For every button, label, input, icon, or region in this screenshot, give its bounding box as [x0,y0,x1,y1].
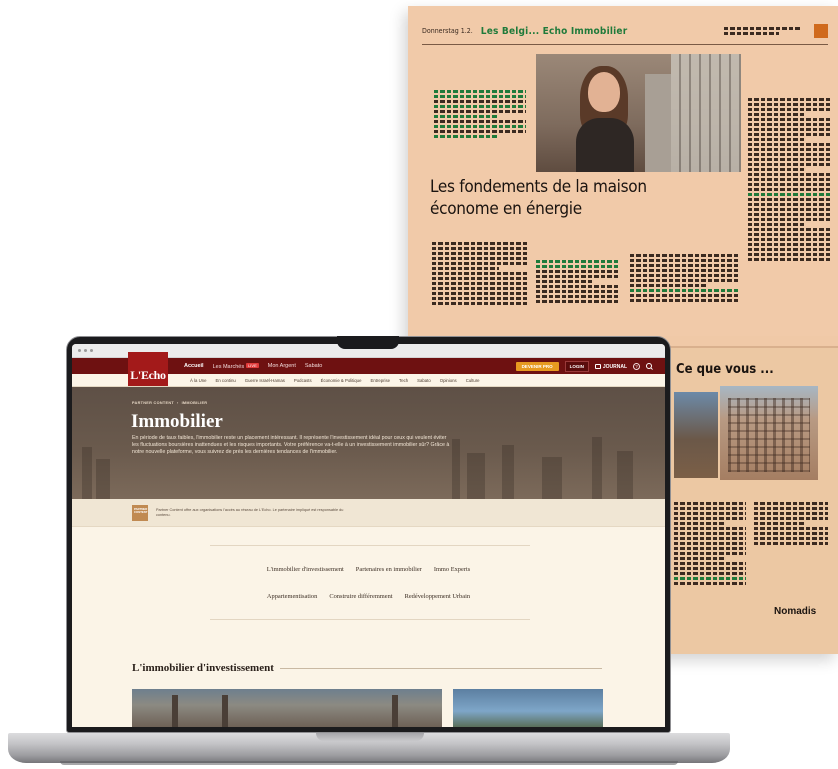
newspaper-right-column [748,96,830,332]
newspaper-headline-line2: économe en énergie [430,199,582,219]
building-column [392,695,398,727]
newspaper-photo-building [720,386,818,480]
newspaper-headline-line1: Les fondements de la maison [430,177,647,197]
nav2-item[interactable]: Podcasts [294,378,312,383]
help-icon[interactable]: ? [633,363,640,370]
nav2-item[interactable]: Tech [399,378,408,383]
newspaper-page-1: Donnerstag 1.2. Les Belgi... Echo Immobi… [408,6,838,336]
section-header: L'immobilier d'investissement [132,662,602,674]
partner-content-badge: PARTNER CONTENT [132,504,148,521]
category-row-2: Appartementisation Construire différemme… [72,593,665,600]
newspaper-rule [422,44,828,45]
category-link[interactable]: Construire différemment [329,593,392,600]
newspaper-photo-woman [536,54,741,172]
newspaper-page2-heading: Ce que vous ... [676,362,774,377]
subscribe-button[interactable]: DEVENIR PRO [515,362,559,371]
page-title: Immobilier [131,411,223,432]
newspaper-page2-col1 [674,500,746,640]
breadcrumb: PARTNER CONTENT › IMMOBILIER [132,401,207,405]
laptop-base-shadow [60,761,678,765]
breadcrumb-partner-content[interactable]: PARTNER CONTENT [132,401,174,405]
building-column [172,695,178,727]
category-menu: L'immobilier d'investissement Partenaire… [72,527,665,637]
category-menu-bottom-rule [210,619,530,620]
category-link[interactable]: Appartementisation [267,593,317,600]
search-icon[interactable] [646,363,653,370]
newspaper-page2-col2 [754,500,828,590]
journal-label: JOURNAL [602,363,627,370]
breadcrumb-separator: › [176,401,179,405]
section-title: L'immobilier d'investissement [132,662,274,674]
newspaper-orange-block [814,24,828,38]
category-link[interactable]: Partenaires en immobilier [356,566,422,573]
nav2-item[interactable]: Sabato [417,378,431,383]
newspaper-header-note [724,25,802,37]
newspaper-body-col1 [432,240,528,330]
category-link[interactable]: Redéveloppement Urbain [405,593,470,600]
newspaper-folio: Donnerstag 1.2. [422,27,473,35]
laptop-notch [337,336,399,349]
category-link[interactable]: Immo Experts [434,566,470,573]
window-zoom-dot[interactable] [90,349,93,352]
site-logo-text: L'Echo [130,368,166,382]
scene: Donnerstag 1.2. Les Belgi... Echo Immobi… [0,0,838,769]
nav-les-marches[interactable]: Les Marchés LIVE [212,362,259,370]
newspaper-photo-street [674,392,718,478]
building-column [222,695,228,727]
newspaper-intro-green [434,88,526,162]
nav2-item[interactable]: Entreprise [370,378,390,383]
newspaper-headline: Les fondements de la maison économe en é… [430,176,670,220]
category-link[interactable]: L'immobilier d'investissement [267,566,344,573]
article-card-image[interactable] [132,689,442,727]
nav-les-marches-label: Les Marchés [212,363,245,370]
newspaper-header: Donnerstag 1.2. Les Belgi... Echo Immobi… [422,22,828,40]
hero-description: En période de taux faibles, l'immobilier… [132,435,450,455]
section-rule [279,667,602,669]
nav2-item[interactable]: Économie & Politique [321,378,362,383]
newspaper-kicker: Les Belgi... Echo Immobilier [480,25,628,37]
article-card-image[interactable] [453,689,603,727]
category-row-1: L'immobilier d'investissement Partenaire… [72,566,665,573]
live-badge: LIVE [246,362,259,368]
journal-link[interactable]: JOURNAL [594,363,627,370]
laptop-screen: L'Echo Accueil Les Marchés LIVE Mon Argen… [72,344,665,727]
journal-icon [594,364,601,369]
nav-sabato[interactable]: Sabato [305,363,322,369]
nav-mon-argent[interactable]: Mon Argent [268,363,296,369]
newspaper-advertiser-logo: Nomadis [774,606,817,617]
header-actions: DEVENIR PRO LOGIN JOURNAL ? [515,361,653,372]
nav2-item[interactable]: Culture [466,378,480,383]
nav2-item[interactable]: Guerre Israël-Hamas [245,378,285,383]
nav2-item[interactable]: Opinions [440,378,457,383]
nav-accueil[interactable]: Accueil [184,363,204,369]
category-menu-top-rule [210,545,530,546]
partner-content-disclaimer: Partner Content offre aux organisations … [156,507,344,517]
login-button[interactable]: LOGIN [564,361,589,372]
window-minimize-dot[interactable] [84,349,87,352]
partner-content-bar: PARTNER CONTENT Partner Content offre au… [72,499,665,527]
breadcrumb-immobilier[interactable]: IMMOBILIER [182,401,208,405]
nav2-item[interactable]: À la Une [190,378,206,383]
newspaper-body-col2 [536,258,618,330]
nav2-item[interactable]: En continu [215,378,235,383]
hero-banner: PARTNER CONTENT › IMMOBILIER Immobilier … [72,387,665,499]
window-close-dot[interactable] [78,349,81,352]
site-logo[interactable]: L'Echo [128,352,168,386]
laptop-opening-notch [316,733,424,741]
newspaper-body-col3 [630,252,740,330]
